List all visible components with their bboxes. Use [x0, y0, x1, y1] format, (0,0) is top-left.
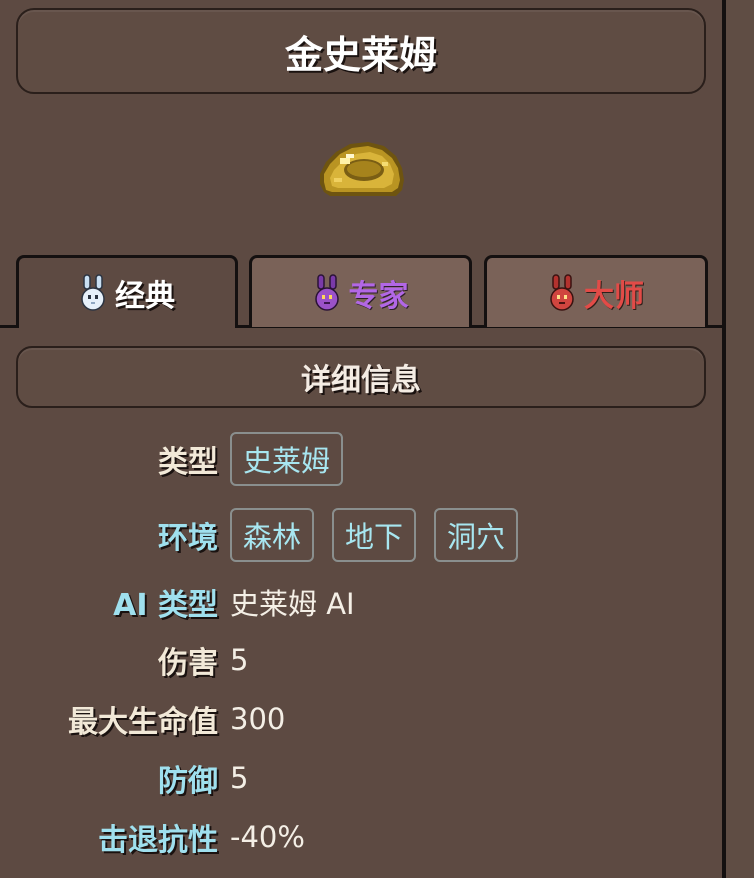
- title-bar: 金史莱姆: [16, 8, 706, 94]
- details-section-title: 详细信息: [301, 363, 421, 398]
- type-chip-slime[interactable]: 史莱姆: [230, 432, 344, 486]
- environment-chip-underground[interactable]: 地下: [332, 508, 417, 562]
- scrollbar-track[interactable]: [726, 0, 754, 878]
- knockback-value: -40%: [230, 820, 305, 854]
- golden-slime-sprite: [320, 142, 404, 196]
- row-knockback: 击退抗性 -40%: [0, 815, 722, 859]
- tab-classic-label: 经典: [115, 279, 175, 314]
- row-damage: 伤害 5: [0, 638, 722, 682]
- bunny-classic-icon: [81, 274, 105, 311]
- tab-master-label: 大师: [584, 278, 644, 314]
- tab-expert-label: 专家: [348, 278, 409, 314]
- bunny-expert-icon: [314, 273, 339, 311]
- damage-label: 伤害: [158, 646, 218, 681]
- environment-chip-forest[interactable]: 森林: [230, 508, 315, 562]
- type-label: 类型: [158, 445, 218, 480]
- environment-label[interactable]: 环境: [0, 513, 218, 557]
- row-ai-type: AI 类型 史莱姆 AI: [0, 580, 722, 624]
- row-defense: 防御 5: [0, 756, 722, 800]
- type-chips: 史莱姆: [230, 432, 344, 486]
- max-life-value: 300: [230, 702, 286, 736]
- defense-label[interactable]: 防御: [0, 756, 218, 800]
- ai-type-value: 史莱姆 AI: [230, 587, 355, 621]
- knockback-label[interactable]: 击退抗性: [0, 815, 218, 859]
- damage-value: 5: [230, 643, 249, 677]
- environment-chip-cavern[interactable]: 洞穴: [434, 508, 519, 562]
- max-life-label: 最大生命值: [68, 705, 218, 740]
- row-max-life: 最大生命值 300: [0, 697, 722, 741]
- row-environment: 环境 森林 地下 洞穴: [0, 508, 722, 562]
- bunny-master-icon: [550, 273, 574, 311]
- row-type: 类型 史莱姆: [0, 432, 722, 486]
- details-section-header: 详细信息: [16, 346, 706, 408]
- defense-value: 5: [230, 761, 249, 795]
- page-title: 金史莱姆: [284, 32, 437, 77]
- tab-expert[interactable]: 专家: [249, 255, 472, 327]
- ai-type-label[interactable]: AI 类型: [0, 580, 218, 624]
- tab-classic[interactable]: 经典: [16, 255, 238, 328]
- tab-master[interactable]: 大师: [484, 255, 708, 327]
- environment-chips: 森林 地下 洞穴: [230, 508, 519, 562]
